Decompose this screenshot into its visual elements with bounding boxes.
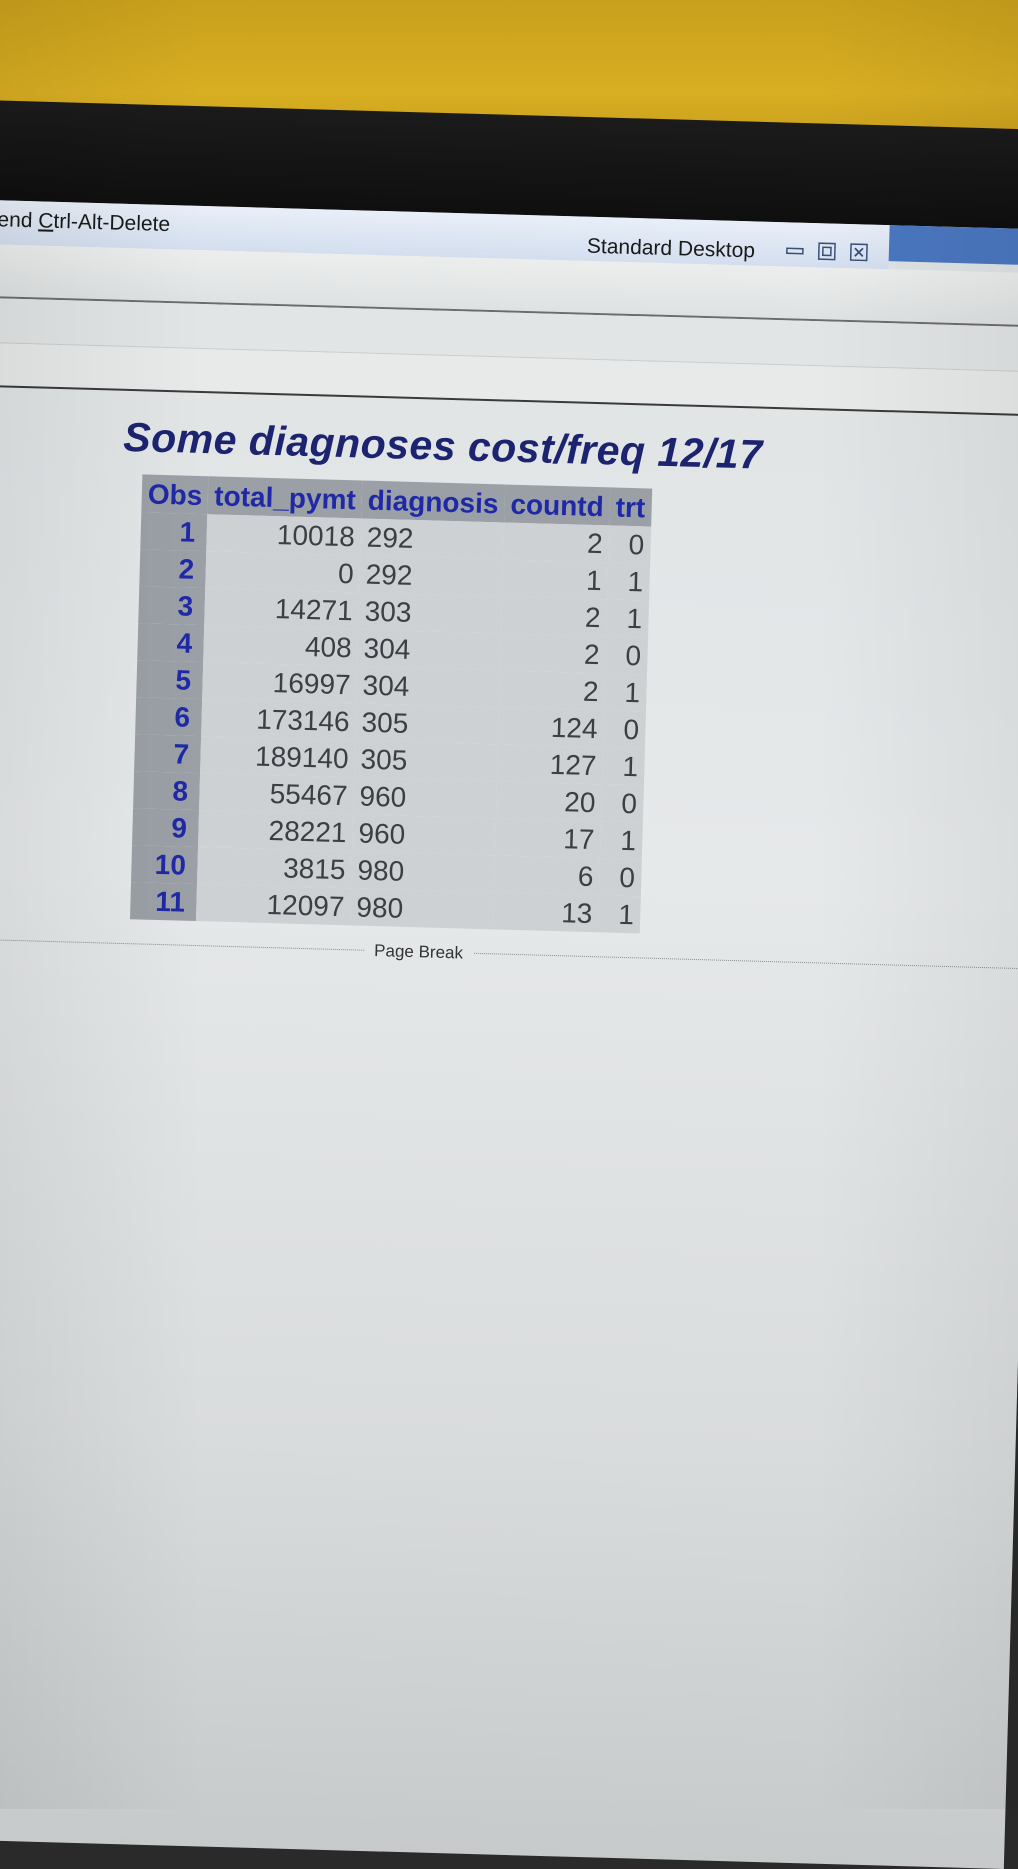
diagnosis-cell: 960 (352, 814, 496, 856)
countd-cell: 127 (496, 744, 604, 785)
page-break-line-left (0, 938, 365, 951)
column-header-countd: countd (503, 484, 611, 526)
total-pymt-cell: 0 (205, 551, 361, 593)
column-header-obs: Obs (141, 474, 209, 515)
trt-cell: 0 (598, 858, 642, 897)
countd-cell: 13 (492, 892, 599, 933)
minimize-icon[interactable] (784, 240, 807, 261)
obs-cell: 8 (133, 771, 201, 811)
countd-cell: 2 (500, 596, 608, 637)
column-header-total-pymt: total_pymt (207, 476, 363, 519)
results-table: Obs total_pymt diagnosis countd trt 1 10… (129, 474, 652, 934)
trt-cell: 0 (600, 784, 644, 823)
total-pymt-cell: 189140 (200, 736, 356, 778)
countd-cell: 2 (502, 522, 610, 563)
total-pymt-cell: 14271 (204, 588, 360, 630)
obs-cell: 11 (129, 882, 198, 922)
page-break-label: Page Break (373, 941, 464, 963)
total-pymt-cell: 408 (203, 625, 359, 667)
obs-cell: 5 (136, 660, 204, 700)
diagnosis-cell: 303 (358, 592, 502, 634)
countd-cell: 124 (497, 707, 605, 748)
obs-cell: 3 (138, 586, 206, 626)
page-break: Page Break (0, 930, 1018, 980)
total-pymt-cell: 16997 (202, 662, 358, 704)
trt-cell: 1 (601, 747, 645, 786)
countd-cell: 1 (501, 559, 609, 600)
diagnosis-cell: 980 (350, 851, 495, 893)
page-break-line-right (474, 952, 1018, 970)
countd-cell: 2 (499, 633, 607, 674)
obs-cell: 10 (131, 845, 199, 885)
diagnosis-cell: 304 (357, 629, 501, 671)
total-pymt-cell: 173146 (201, 699, 357, 741)
standard-desktop-label: Standard Desktop (586, 234, 756, 263)
obs-cell: 1 (140, 512, 208, 552)
trt-cell: 0 (608, 525, 651, 564)
countd-cell: 2 (498, 670, 606, 711)
column-header-diagnosis: diagnosis (361, 480, 506, 523)
total-pymt-cell: 28221 (198, 810, 354, 852)
countd-cell: 6 (493, 855, 600, 896)
trt-cell: 1 (606, 599, 649, 638)
report-title: Some diagnoses cost/freq 12/17 (122, 413, 764, 478)
diagnosis-cell: 305 (355, 703, 499, 745)
trt-cell: 1 (599, 821, 643, 860)
total-pymt-cell: 12097 (196, 884, 351, 926)
total-pymt-cell: 3815 (197, 847, 353, 889)
trt-cell: 1 (604, 673, 647, 712)
window-controls (784, 240, 871, 262)
diagnosis-cell: 305 (354, 740, 498, 782)
diagnosis-cell: 304 (356, 666, 500, 708)
obs-cell: 4 (137, 623, 205, 663)
restore-icon[interactable] (816, 241, 839, 262)
obs-cell: 2 (139, 549, 207, 589)
send-ctrl-alt-delete-button[interactable]: end Ctrl-Alt-Delete (0, 208, 170, 237)
send-prefix: end (0, 208, 39, 233)
countd-cell: 20 (495, 781, 602, 822)
diagnosis-cell: 292 (359, 555, 503, 597)
trt-cell: 1 (597, 895, 641, 934)
monitor-screen: end Ctrl-Alt-Delete Standard Desktop Som… (0, 200, 1018, 1869)
obs-cell: 7 (134, 734, 202, 774)
trt-cell: 1 (607, 562, 650, 601)
obs-cell: 9 (132, 808, 200, 848)
trt-cell: 0 (605, 636, 648, 675)
remote-host-titlebar (888, 225, 1018, 266)
countd-cell: 17 (494, 818, 601, 859)
send-rest: trl-Alt-Delete (53, 209, 171, 237)
total-pymt-cell: 10018 (206, 514, 362, 556)
obs-cell: 6 (135, 697, 203, 737)
close-icon[interactable] (848, 242, 871, 263)
send-accelerator: C (37, 209, 54, 233)
diagnosis-cell: 980 (349, 888, 494, 930)
column-header-trt: trt (609, 487, 652, 527)
trt-cell: 0 (603, 710, 646, 749)
total-pymt-cell: 55467 (199, 773, 355, 815)
diagnosis-cell: 960 (353, 777, 497, 819)
diagnosis-cell: 292 (360, 518, 504, 560)
